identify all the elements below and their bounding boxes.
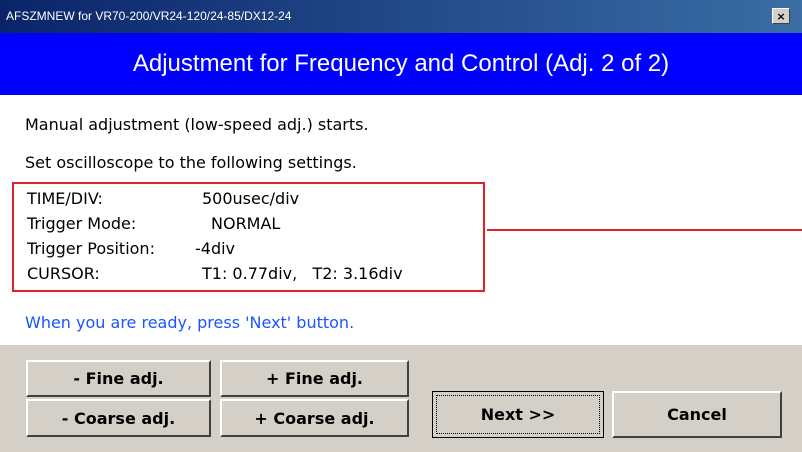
window-title: AFSZMNEW for VR70-200/VR24-120/24-85/DX1… (6, 9, 292, 23)
instruction-start: Manual adjustment (low-speed adj.) start… (25, 115, 369, 134)
fine-adj-plus-button[interactable]: + Fine adj. (220, 360, 409, 397)
coarse-adj-plus-button[interactable]: + Coarse adj. (220, 399, 409, 437)
settings-highlight-box (12, 182, 485, 292)
header-banner: Adjustment for Frequency and Control (Ad… (0, 33, 802, 95)
title-bar[interactable]: AFSZMNEW for VR70-200/VR24-120/24-85/DX1… (0, 0, 802, 33)
fine-adj-plus-label: + Fine adj. (265, 369, 363, 388)
next-button[interactable]: Next >> (432, 391, 604, 438)
dialog-window: AFSZMNEW for VR70-200/VR24-120/24-85/DX1… (0, 0, 802, 452)
close-button[interactable]: × (772, 8, 790, 24)
coarse-adj-minus-button[interactable]: - Coarse adj. (26, 399, 211, 437)
instruction-set-oscilloscope: Set oscilloscope to the following settin… (25, 153, 357, 172)
next-focus-ring: Next >> (436, 395, 600, 434)
coarse-adj-minus-label: - Coarse adj. (61, 408, 176, 428)
button-bar: - Fine adj. + Fine adj. - Coarse adj. + … (0, 345, 802, 452)
cancel-button[interactable]: Cancel (612, 391, 782, 438)
callout-line (487, 229, 802, 231)
next-label: Next >> (480, 405, 556, 424)
fine-adj-minus-button[interactable]: - Fine adj. (26, 360, 211, 397)
close-icon: × (776, 9, 786, 23)
coarse-adj-plus-label: + Coarse adj. (254, 408, 375, 428)
page-title: Adjustment for Frequency and Control (Ad… (132, 50, 670, 77)
ready-prompt: When you are ready, press 'Next' button. (25, 313, 355, 332)
fine-adj-minus-label: - Fine adj. (73, 369, 164, 388)
cancel-label: Cancel (667, 405, 727, 424)
